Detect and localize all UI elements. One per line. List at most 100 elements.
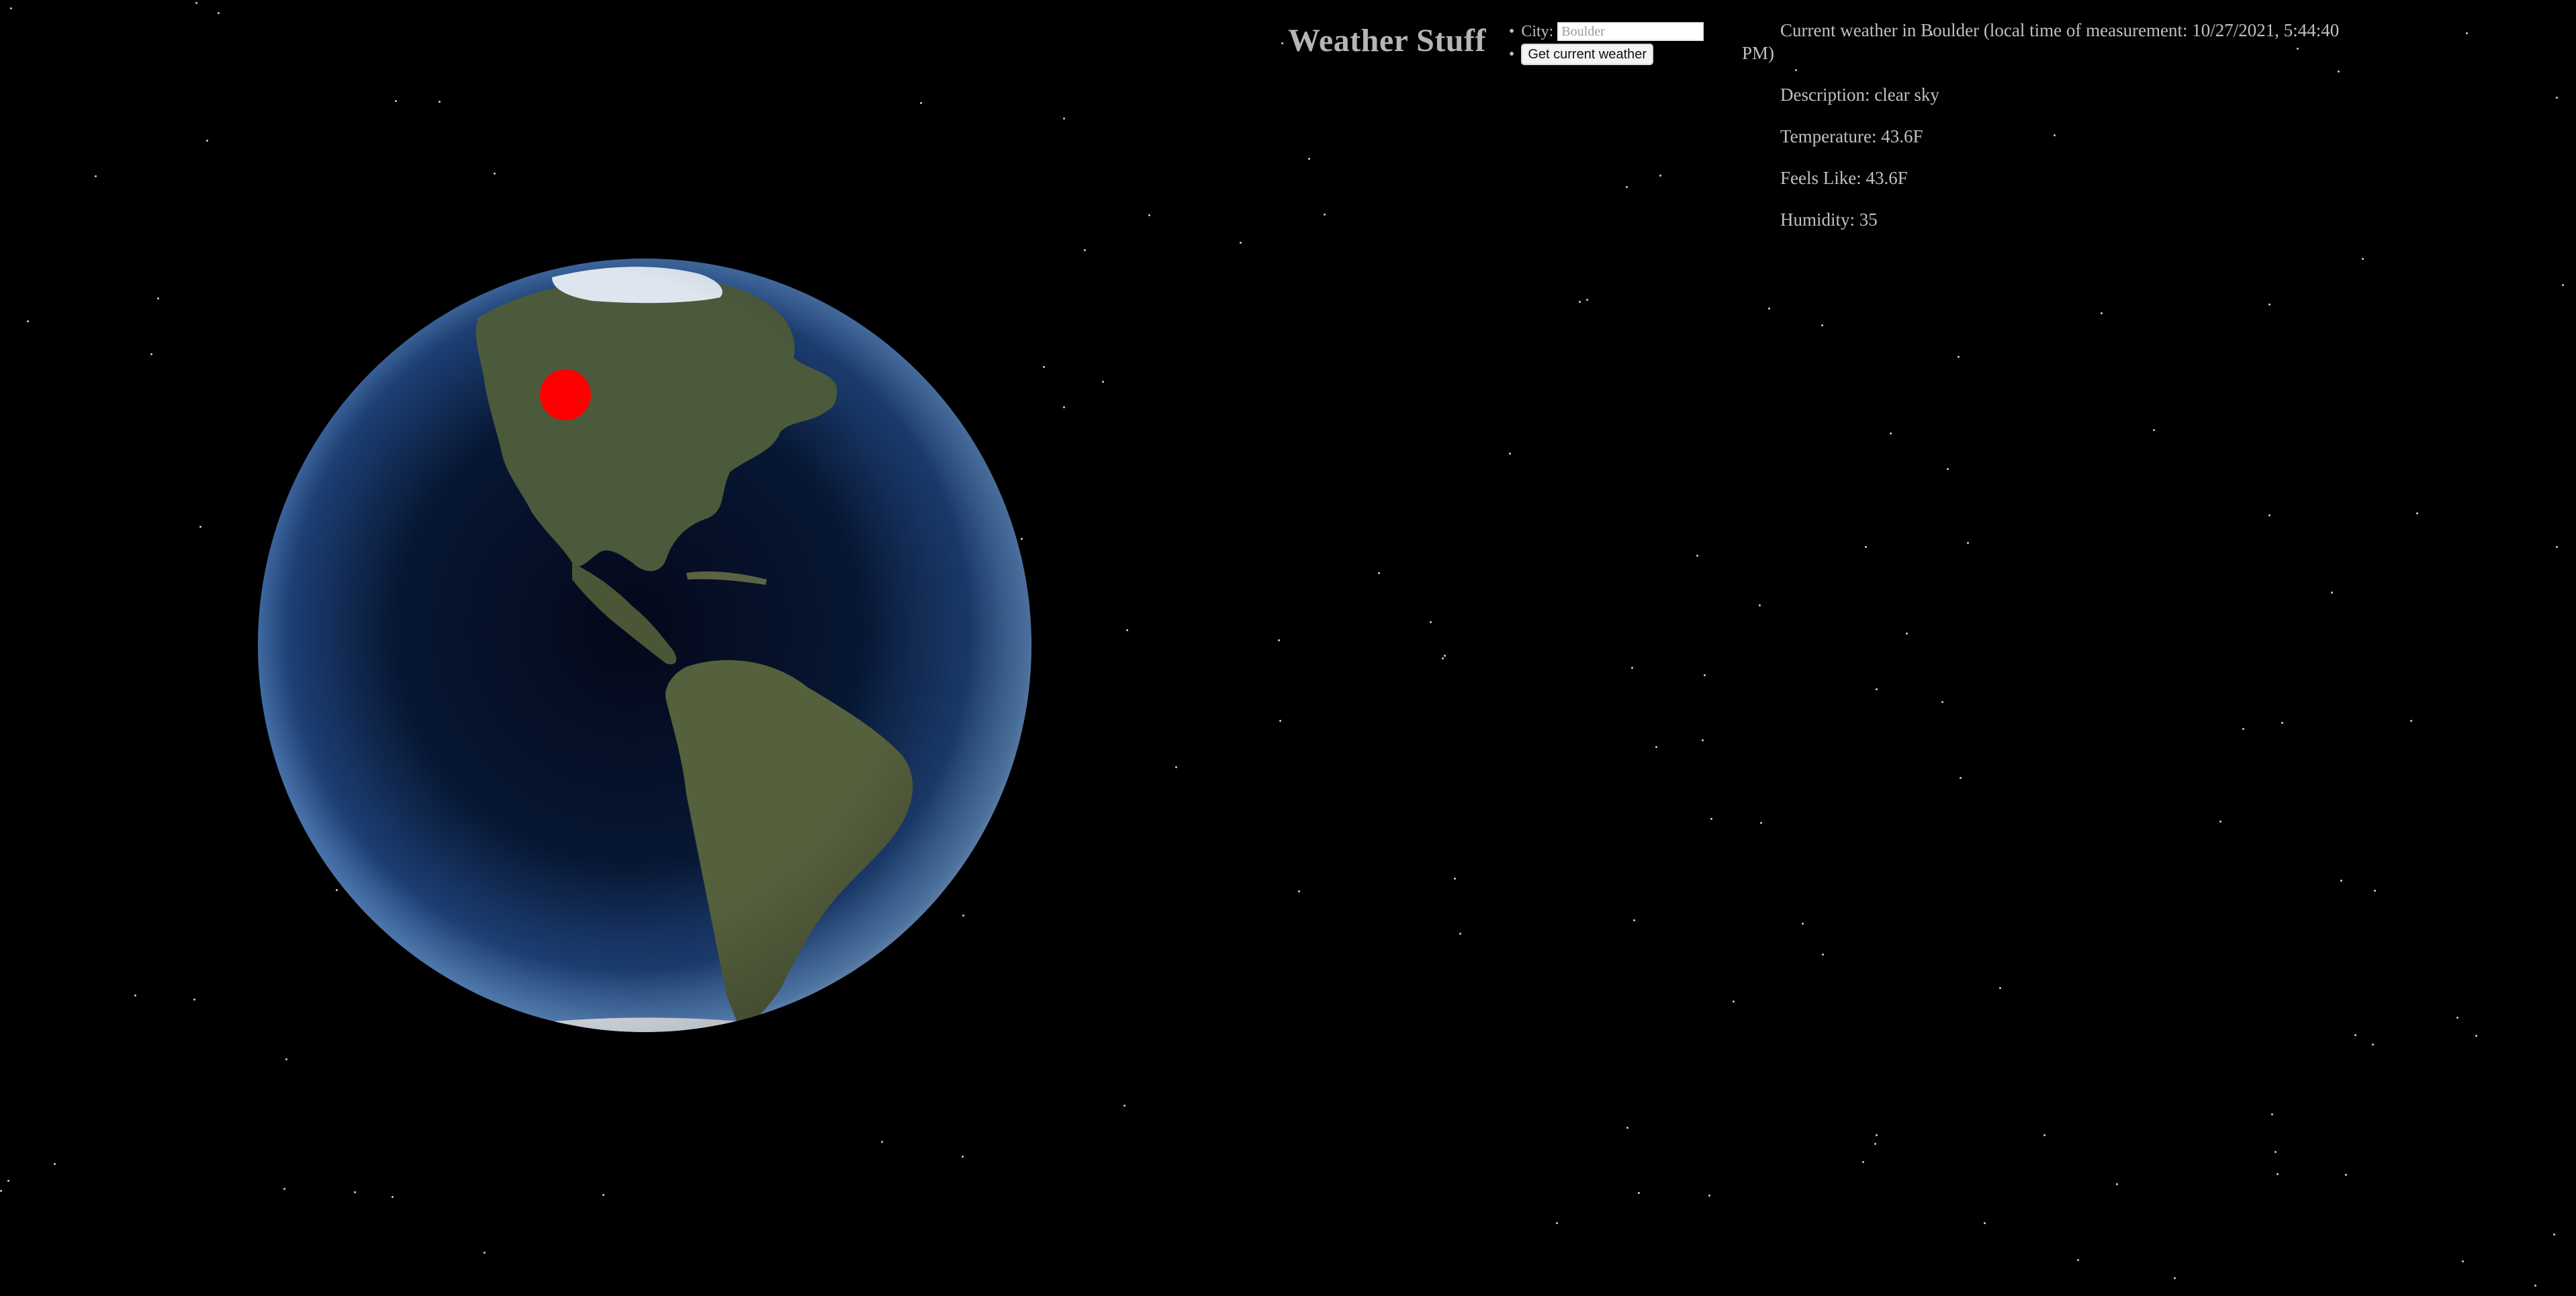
city-label: City: [1521, 22, 1554, 40]
star [1708, 1195, 1710, 1197]
earth-globe[interactable] [257, 257, 1033, 1033]
star [1308, 158, 1310, 160]
star [2174, 1277, 2176, 1279]
star [1626, 186, 1628, 188]
star [199, 526, 201, 528]
globe-shading [258, 259, 1031, 1032]
header: Weather Stuff City: Get current weather [1288, 20, 1704, 66]
star [1126, 629, 1128, 631]
star [157, 297, 159, 299]
star [1043, 366, 1045, 368]
star [95, 175, 97, 177]
weather-description: Description: clear sky [1780, 85, 1939, 105]
star [1278, 639, 1280, 641]
star [283, 1188, 285, 1190]
globe-canvas[interactable] [257, 257, 1033, 1033]
star [2331, 592, 2333, 594]
star [2462, 1260, 2464, 1262]
star [1958, 356, 1960, 358]
star [1947, 468, 1949, 470]
star [1876, 1134, 1878, 1136]
star [1876, 688, 1878, 690]
star [2354, 1034, 2356, 1036]
star [395, 100, 397, 102]
star [206, 140, 208, 142]
star [2416, 512, 2418, 514]
star [1710, 818, 1712, 820]
star [494, 173, 496, 175]
star [1906, 633, 1908, 635]
star [1442, 657, 1444, 659]
star [2562, 284, 2564, 286]
star [2410, 720, 2412, 722]
city-input[interactable] [1557, 22, 1704, 41]
star [2362, 258, 2364, 260]
star [2345, 1174, 2347, 1176]
star [2276, 1173, 2279, 1175]
star [392, 1196, 394, 1198]
star [1240, 242, 1242, 244]
star [1509, 453, 1511, 455]
star [2475, 1035, 2477, 1037]
star [285, 1058, 287, 1060]
star [1430, 621, 1432, 623]
star [2466, 32, 2468, 34]
star [2077, 1259, 2079, 1261]
star [1638, 1192, 1640, 1194]
star [1702, 739, 1704, 741]
star [1281, 42, 1283, 44]
star [1999, 987, 2001, 989]
star [2268, 304, 2270, 306]
star [484, 1252, 486, 1254]
star [1631, 667, 1633, 669]
star [962, 1156, 964, 1158]
star [1862, 1161, 1864, 1163]
star [54, 1163, 56, 1165]
star [1123, 1105, 1125, 1107]
weather-form: City: Get current weather [1509, 20, 1704, 66]
star [1102, 381, 1104, 383]
star [195, 2, 197, 4]
star [1459, 933, 1461, 935]
star [1802, 923, 1804, 925]
star [150, 353, 152, 355]
weather-results: Current weather in Boulder (local time o… [1742, 19, 2346, 231]
star [1556, 1222, 1558, 1224]
star [1148, 214, 1150, 216]
location-marker[interactable] [540, 369, 591, 420]
star [1324, 214, 1326, 216]
star [2043, 1134, 2045, 1136]
star [2374, 890, 2376, 892]
star [10, 7, 12, 9]
star [1378, 572, 1380, 574]
star [1759, 604, 1761, 606]
star [1063, 406, 1065, 408]
star [193, 999, 195, 1001]
weather-temperature: Temperature: 43.6F [1780, 126, 1923, 146]
star [2534, 1285, 2536, 1287]
star [602, 1194, 604, 1196]
get-current-weather-button[interactable]: Get current weather [1521, 44, 1654, 65]
page-title: Weather Stuff [1288, 23, 1486, 58]
star [1696, 555, 1698, 557]
weather-feels-like: Feels Like: 43.6F [1780, 168, 1908, 188]
star [439, 101, 441, 103]
star [2456, 1017, 2458, 1019]
star [27, 320, 29, 322]
star [1586, 299, 1588, 301]
star [1984, 1222, 1986, 1224]
star [1760, 822, 1762, 824]
star [1960, 777, 1962, 779]
star [0, 1190, 2, 1192]
weather-headline: Current weather in Boulder (local time o… [1742, 20, 2340, 63]
star [2268, 514, 2270, 516]
star [2556, 97, 2558, 99]
star [2274, 1151, 2276, 1153]
star [218, 12, 220, 14]
star [1874, 1143, 1876, 1145]
star [1063, 118, 1065, 120]
west-africa-edge [1009, 432, 1031, 539]
star [2242, 728, 2244, 730]
star [2556, 546, 2558, 548]
star [2219, 821, 2221, 823]
